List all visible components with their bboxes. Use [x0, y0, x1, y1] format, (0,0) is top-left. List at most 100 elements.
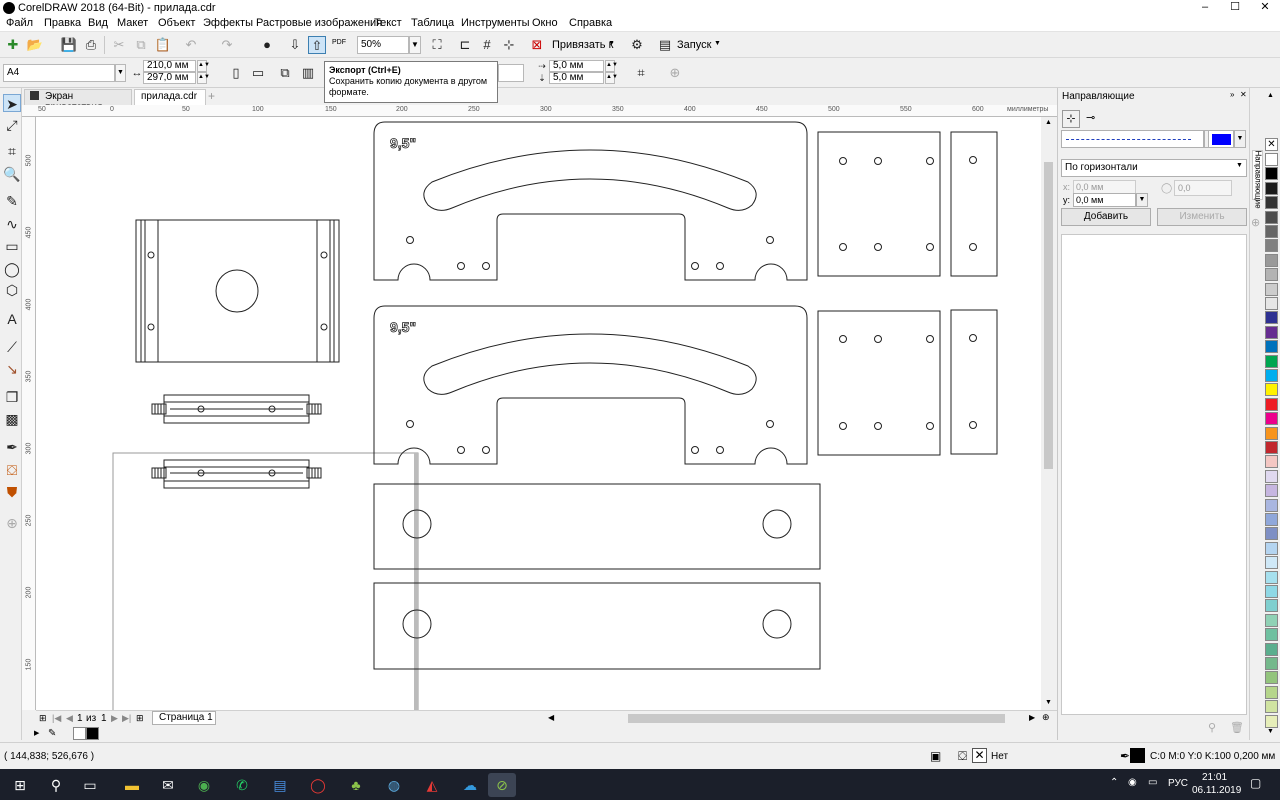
search-content-icon[interactable]: ● — [258, 36, 276, 54]
zoom-navigator-icon[interactable]: ⊕ — [1042, 712, 1050, 723]
palette-swatch[interactable] — [1265, 225, 1278, 238]
ellipse-tool-icon[interactable]: ◯ — [3, 260, 21, 278]
first-page-icon[interactable]: |◀ — [52, 713, 61, 724]
add-docker-plus-icon[interactable]: ⊕ — [1251, 216, 1260, 229]
palette-black-swatch[interactable] — [86, 727, 99, 740]
horizontal-scroll-thumb[interactable] — [628, 714, 1005, 723]
menu-file[interactable]: Файл — [6, 17, 33, 29]
cloud-app-icon[interactable]: ☁ — [456, 773, 484, 797]
palette-swatch[interactable] — [1265, 685, 1278, 699]
transform-origin-icon[interactable]: ⌗ — [632, 64, 650, 82]
shape-tool-icon[interactable]: ⤢ — [3, 116, 21, 134]
orientation-arrow-icon[interactable]: ▼ — [1236, 162, 1243, 169]
document-app-icon[interactable]: ▤ — [266, 773, 294, 797]
menu-window[interactable]: Окно — [532, 17, 558, 29]
notifications-icon[interactable]: ▢ — [1250, 776, 1261, 790]
guideline-orientation-select[interactable]: По горизонтали — [1061, 159, 1247, 177]
vertical-scrollbar[interactable]: ▲ ▼ — [1041, 117, 1057, 710]
palette-swatch[interactable] — [1265, 196, 1278, 210]
duplicate-x-spinner[interactable]: ▲▼ — [605, 60, 618, 72]
guideline-preset-icon[interactable]: ⊹ — [1062, 110, 1080, 128]
menu-view[interactable]: Вид — [88, 17, 108, 29]
guideline-x-field[interactable]: 0,0 мм — [1073, 180, 1136, 194]
crop-tool-icon[interactable]: ⌗ — [3, 142, 21, 160]
import-icon[interactable]: ⇩ — [286, 36, 304, 54]
save-icon[interactable]: 💾 — [60, 36, 78, 54]
page-tab-1[interactable]: Страница 1 — [152, 711, 216, 725]
palette-swatch[interactable] — [1265, 455, 1278, 469]
tab-welcome-screen[interactable]: Экран приветствия — [24, 89, 132, 113]
palette-swatch[interactable] — [1265, 239, 1278, 253]
scroll-down-arrow-icon[interactable]: ▼ — [1045, 699, 1052, 706]
duplicate-y-spinner[interactable]: ▲▼ — [605, 72, 618, 84]
palette-swatch[interactable] — [1265, 354, 1278, 368]
menu-bitmaps[interactable]: Растровые изображения — [256, 17, 382, 29]
guideline-color-picker[interactable] — [1208, 130, 1234, 148]
eyedropper-icon[interactable]: ✒ — [3, 438, 21, 456]
palette-swatch[interactable] — [1265, 613, 1278, 627]
green-app-icon[interactable]: ♣ — [342, 773, 370, 797]
nudge-distance-field[interactable] — [498, 64, 524, 82]
drawing-canvas[interactable]: 9,5" 9,5" — [36, 117, 1041, 710]
zoom-tool-icon[interactable]: 🔍 — [3, 165, 21, 183]
palette-scroll-up-icon[interactable]: ▲ — [1267, 92, 1274, 99]
menu-help[interactable]: Справка — [569, 17, 612, 29]
palette-swatch[interactable] — [1265, 469, 1278, 483]
last-page-icon[interactable]: ▶| — [122, 713, 131, 724]
close-button[interactable]: ✕ — [1250, 0, 1280, 16]
portrait-icon[interactable]: ▯ — [227, 64, 245, 82]
palette-swatch[interactable] — [1265, 383, 1278, 397]
add-page-after-icon[interactable]: ⊞ — [136, 713, 144, 724]
search-icon[interactable]: ⚲ — [42, 773, 70, 797]
line-style-select[interactable] — [1061, 130, 1204, 148]
palette-swatch[interactable] — [1265, 369, 1278, 382]
y-unit-arrow-icon[interactable]: ▼ — [1136, 193, 1148, 207]
palette-swatch[interactable] — [1265, 642, 1278, 656]
menu-edit[interactable]: Правка — [44, 17, 81, 29]
show-rulers-icon[interactable]: ⊏ — [456, 36, 474, 54]
lock-guideline-icon[interactable]: ⚲ — [1208, 721, 1216, 734]
pdf-reader-icon[interactable]: ◭ — [418, 773, 446, 797]
next-page-icon[interactable]: ▶ — [111, 713, 118, 724]
new-tab-plus-icon[interactable]: + — [208, 89, 215, 103]
palette-swatch[interactable] — [1265, 153, 1278, 166]
tray-app-icon[interactable]: ◉ — [1128, 777, 1137, 788]
redo-icon[interactable]: ↷ — [218, 36, 236, 54]
add-tool-plus-icon[interactable]: ⊕ — [3, 514, 21, 532]
polygon-tool-icon[interactable]: ⬡ — [3, 281, 21, 299]
menu-layout[interactable]: Макет — [117, 17, 148, 29]
guideline-lock-icon[interactable]: ⊸ — [1086, 111, 1095, 124]
opera-icon[interactable]: ◯ — [304, 773, 332, 797]
palette-swatch[interactable] — [1265, 599, 1278, 613]
color-picker-arrow-icon[interactable]: ▼ — [1234, 130, 1246, 148]
clock-time[interactable]: 21:01 — [1202, 772, 1227, 783]
docker-close-icon[interactable]: ✕ — [1240, 90, 1247, 99]
snap-dropdown-arrow-icon[interactable]: ▼ — [608, 40, 615, 47]
palette-swatch[interactable] — [1265, 340, 1278, 354]
clock-date[interactable]: 06.11.2019 — [1192, 785, 1241, 796]
quick-customize-plus-icon[interactable]: ⊕ — [666, 64, 684, 82]
palette-swatch[interactable] — [1265, 282, 1278, 296]
zoom-level-field[interactable]: 50% — [357, 36, 409, 54]
palette-no-color-swatch[interactable] — [73, 727, 86, 740]
menu-object[interactable]: Объект — [158, 17, 195, 29]
file-explorer-icon[interactable]: ▬ — [118, 773, 146, 797]
page-size-arrow-icon[interactable]: ▼ — [115, 64, 126, 82]
guidelines-list[interactable] — [1061, 234, 1247, 715]
palette-swatch[interactable] — [1265, 556, 1278, 570]
duplicate-distance-x-field[interactable]: 5,0 мм — [549, 60, 604, 72]
palette-swatch[interactable] — [1265, 671, 1278, 685]
print-icon[interactable]: ⎙ — [82, 36, 100, 54]
palette-swatch[interactable] — [1265, 657, 1278, 670]
palette-swatch[interactable] — [1265, 527, 1278, 541]
paste-icon[interactable]: 📋 — [154, 36, 172, 54]
palette-swatch[interactable] — [1265, 714, 1278, 728]
smart-fill-icon[interactable]: ⛊ — [3, 483, 21, 501]
artistic-media-icon[interactable]: ∿ — [3, 215, 21, 233]
palette-swatch[interactable] — [1265, 268, 1278, 282]
palette-swatch[interactable] — [1265, 441, 1278, 454]
modify-guideline-button[interactable]: Изменить — [1157, 208, 1247, 226]
guideline-y-field[interactable]: 0,0 мм — [1073, 193, 1136, 207]
palette-expand-arrow-icon[interactable]: ▶ — [34, 729, 39, 737]
text-tool-icon[interactable]: A — [3, 310, 21, 328]
